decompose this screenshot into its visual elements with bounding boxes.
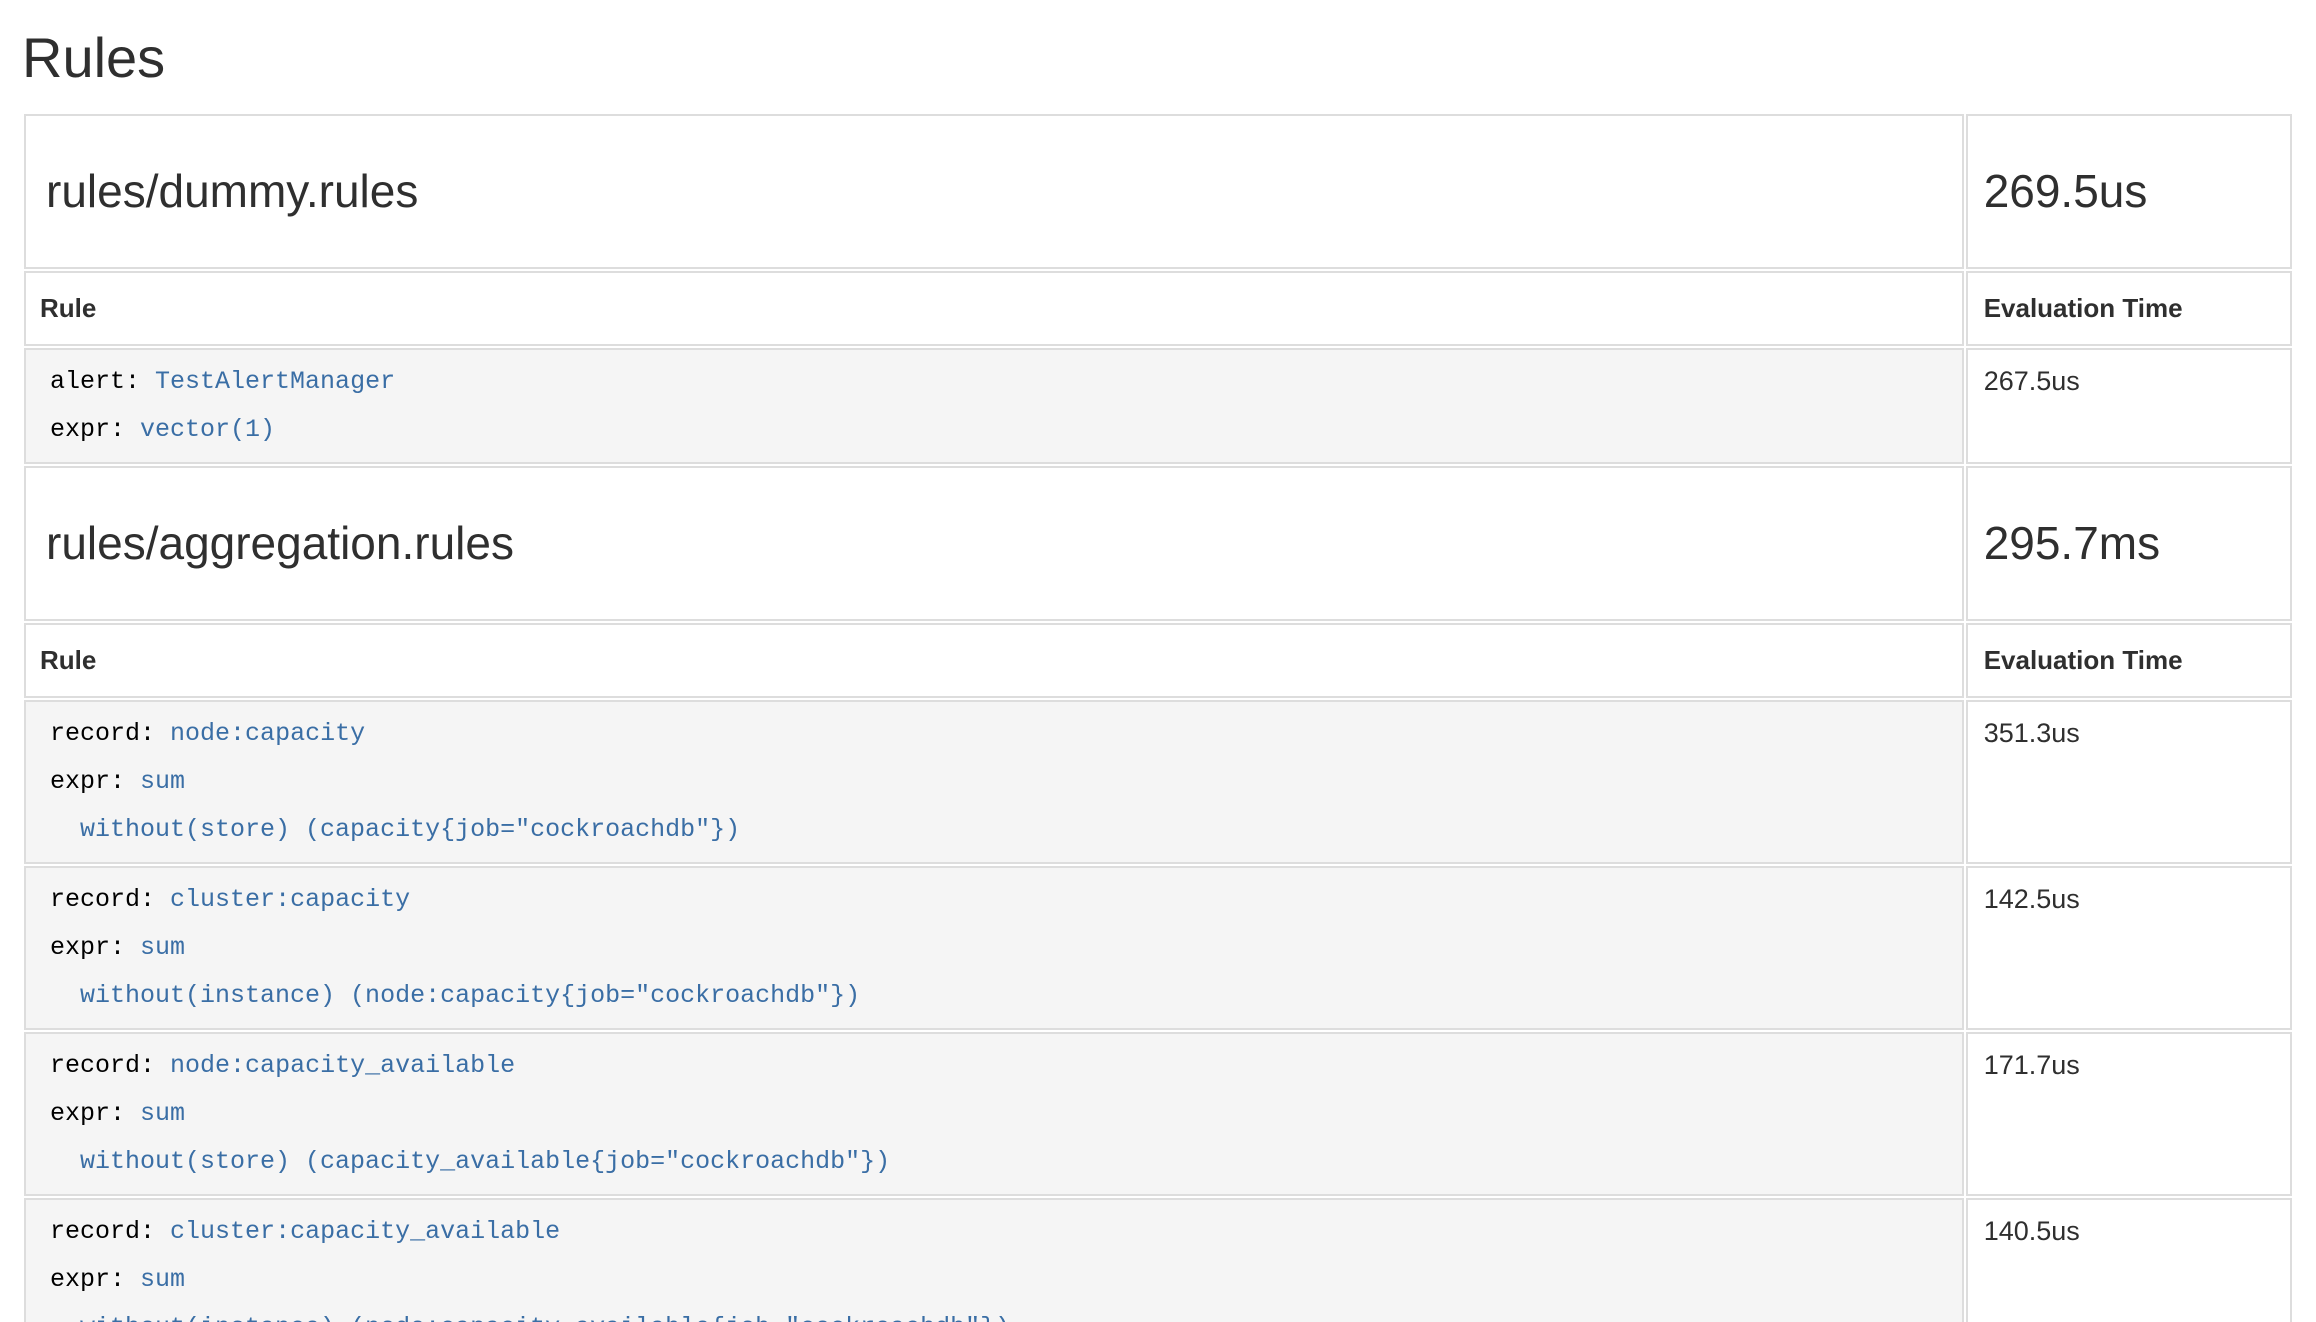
rule-kind-label: record: xyxy=(50,1051,155,1080)
group-total-evaluation-time: 295.7ms xyxy=(1984,518,2270,569)
group-header-row: rules/dummy.rules 269.5us xyxy=(24,114,2292,269)
rule-kind-label: alert: xyxy=(50,367,140,396)
rule-definition-cell: record: cluster:capacity expr: sum witho… xyxy=(24,866,1964,1030)
rule-code: record: node:capacity expr: sum without(… xyxy=(50,710,1938,854)
group-file-name: rules/aggregation.rules xyxy=(46,518,1942,569)
rule-kind-label: record: xyxy=(50,1217,155,1246)
rule-column-header: Rule xyxy=(24,623,1964,698)
group-file-cell: rules/aggregation.rules xyxy=(24,466,1964,621)
rule-name-link[interactable]: node:capacity xyxy=(170,719,365,748)
rule-kind-label: record: xyxy=(50,885,155,914)
rule-expr-link[interactable]: sum without(store) (capacity_available{j… xyxy=(50,1099,890,1176)
rule-code: alert: TestAlertManager expr: vector(1) xyxy=(50,358,1938,454)
rule-code: record: cluster:capacity expr: sum witho… xyxy=(50,876,1938,1020)
rule-expr-link[interactable]: vector(1) xyxy=(140,415,275,444)
expr-label: expr: xyxy=(50,933,125,962)
page-title: Rules xyxy=(22,26,2294,90)
rule-row: record: cluster:capacity_available expr:… xyxy=(24,1198,2292,1322)
rule-column-header: Rule xyxy=(24,271,1964,346)
rule-kind-label: record: xyxy=(50,719,155,748)
column-header-row: Rule Evaluation Time xyxy=(24,623,2292,698)
rule-expr-link[interactable]: sum without(instance) (node:capacity{job… xyxy=(50,933,860,1010)
rule-name-link[interactable]: TestAlertManager xyxy=(155,367,395,396)
evaluation-time-value: 142.5us xyxy=(1966,866,2292,1030)
evaluation-time-value: 351.3us xyxy=(1966,700,2292,864)
rule-definition-cell: record: cluster:capacity_available expr:… xyxy=(24,1198,1964,1322)
rules-table: rules/dummy.rules 269.5us Rule Evaluatio… xyxy=(22,112,2294,1322)
evaluation-time-value: 171.7us xyxy=(1966,1032,2292,1196)
evaluation-time-value: 267.5us xyxy=(1966,348,2292,464)
group-header-row: rules/aggregation.rules 295.7ms xyxy=(24,466,2292,621)
expr-label: expr: xyxy=(50,1099,125,1128)
evaluation-time-column-header: Evaluation Time xyxy=(1966,271,2292,346)
rule-row: record: node:capacity expr: sum without(… xyxy=(24,700,2292,864)
group-total-evaluation-time: 269.5us xyxy=(1984,166,2270,217)
rule-name-link[interactable]: cluster:capacity_available xyxy=(170,1217,560,1246)
rule-expr-link[interactable]: sum without(store) (capacity{job="cockro… xyxy=(50,767,740,844)
rule-definition-cell: record: node:capacity expr: sum without(… xyxy=(24,700,1964,864)
rule-code: record: node:capacity_available expr: su… xyxy=(50,1042,1938,1186)
group-file-cell: rules/dummy.rules xyxy=(24,114,1964,269)
rule-row: alert: TestAlertManager expr: vector(1) … xyxy=(24,348,2292,464)
rule-definition-cell: alert: TestAlertManager expr: vector(1) xyxy=(24,348,1964,464)
rule-row: record: node:capacity_available expr: su… xyxy=(24,1032,2292,1196)
group-total-time-cell: 269.5us xyxy=(1966,114,2292,269)
column-header-row: Rule Evaluation Time xyxy=(24,271,2292,346)
rules-page: Rules rules/dummy.rules 269.5us Rule Eva… xyxy=(0,0,2316,1322)
group-total-time-cell: 295.7ms xyxy=(1966,466,2292,621)
rule-name-link[interactable]: node:capacity_available xyxy=(170,1051,515,1080)
expr-label: expr: xyxy=(50,767,125,796)
evaluation-time-value: 140.5us xyxy=(1966,1198,2292,1322)
rule-code: record: cluster:capacity_available expr:… xyxy=(50,1208,1938,1322)
expr-label: expr: xyxy=(50,415,125,444)
expr-label: expr: xyxy=(50,1265,125,1294)
evaluation-time-column-header: Evaluation Time xyxy=(1966,623,2292,698)
group-file-name: rules/dummy.rules xyxy=(46,166,1942,217)
rule-row: record: cluster:capacity expr: sum witho… xyxy=(24,866,2292,1030)
rule-expr-link[interactable]: sum without(instance) (node:capacity_ava… xyxy=(50,1265,1010,1322)
rule-name-link[interactable]: cluster:capacity xyxy=(170,885,410,914)
rule-definition-cell: record: node:capacity_available expr: su… xyxy=(24,1032,1964,1196)
